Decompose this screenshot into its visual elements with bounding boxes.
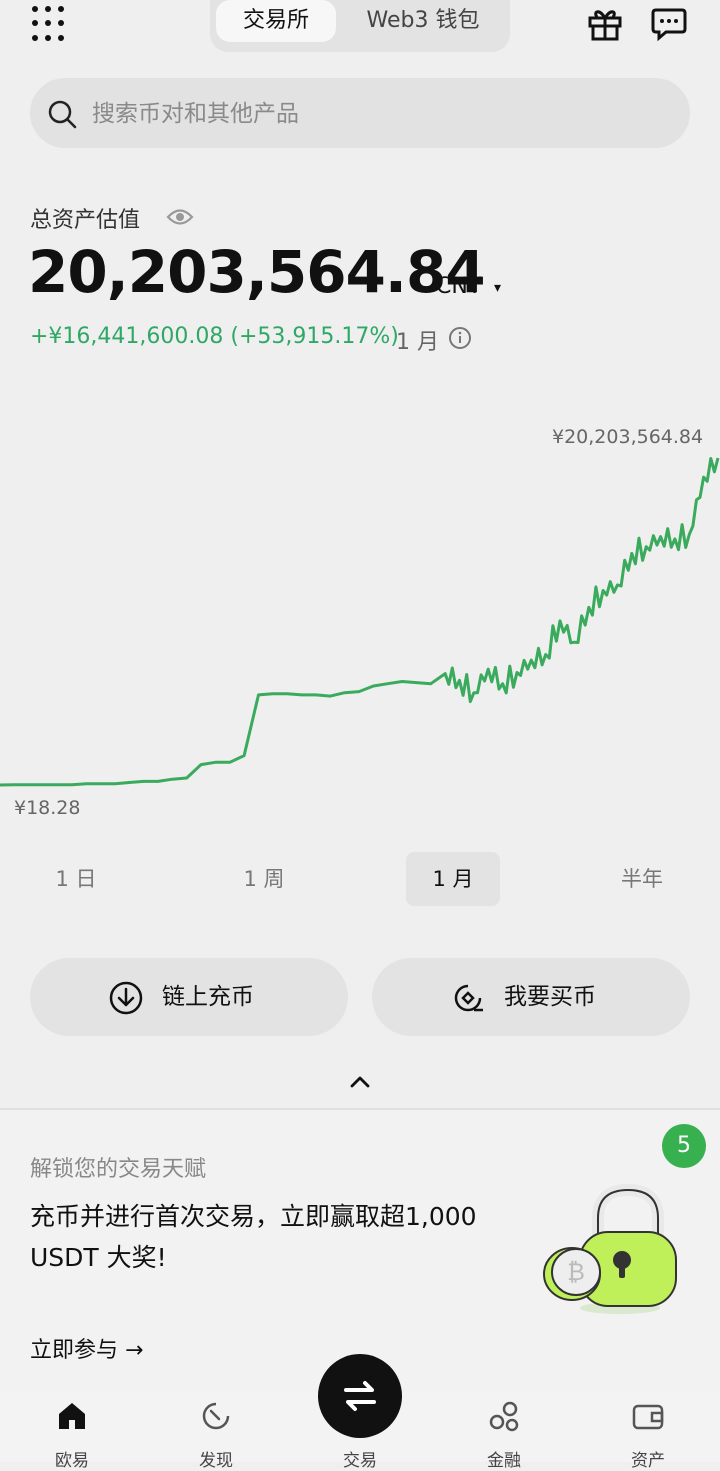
tab-discover[interactable]: 发现	[166, 1398, 266, 1471]
tab-trade-label: 交易	[343, 1451, 377, 1471]
asset-line-chart	[0, 457, 720, 787]
notification-badge[interactable]: 5	[662, 1124, 706, 1168]
tab-home[interactable]: 欧易	[22, 1398, 122, 1471]
svg-text:₿: ₿	[567, 1258, 585, 1286]
gift-icon[interactable]	[586, 4, 624, 42]
tab-assets[interactable]: 资产	[598, 1398, 698, 1471]
chevron-up-icon[interactable]	[348, 1070, 372, 1094]
info-icon[interactable]	[448, 326, 472, 350]
lock-coin-illustration: ₿	[543, 1183, 677, 1314]
grid-menu-icon[interactable]	[32, 6, 68, 42]
chart-min-label: ¥18.28	[14, 797, 81, 819]
tab-exchange[interactable]: 交易所	[216, 0, 336, 42]
tab-assets-label: 资产	[631, 1451, 665, 1471]
top-bar: 交易所 Web3 钱包	[0, 0, 720, 60]
message-icon[interactable]	[650, 4, 688, 42]
chevron-down-icon[interactable]: ▾	[494, 280, 501, 296]
home-icon	[59, 1403, 85, 1429]
eye-icon[interactable]	[166, 206, 194, 228]
join-now-link[interactable]: 立即参与 →	[30, 1332, 143, 1364]
tab-web3-wallet[interactable]: Web3 钱包	[348, 0, 498, 42]
buy-label: 我要买币	[504, 984, 596, 1010]
tab-finance[interactable]: 金融	[454, 1398, 554, 1471]
swap-icon	[344, 1381, 376, 1411]
buy-crypto-button[interactable]: 我要买币	[372, 958, 690, 1036]
buy-coin-icon	[454, 984, 483, 1012]
tab-home-label: 欧易	[55, 1451, 89, 1471]
series-line	[0, 457, 720, 787]
wallet-icon	[632, 1404, 664, 1430]
total-assets-value: 20,203,564.84	[28, 238, 486, 306]
search-bar[interactable]	[30, 78, 690, 150]
promo-title: 充币并进行首次交易，立即赢取超1,000 USDT 大奖!	[30, 1202, 477, 1272]
download-icon	[109, 981, 143, 1015]
tab-discover-label: 发现	[199, 1451, 233, 1471]
range-1m[interactable]: 1 月	[406, 852, 500, 906]
discover-icon	[202, 1402, 230, 1430]
exchange-wallet-switcher: 交易所 Web3 钱包	[210, 0, 510, 52]
currency-selector[interactable]: CNY	[436, 274, 481, 299]
onchain-deposit-button[interactable]: 链上充币	[30, 958, 348, 1036]
range-1d[interactable]: 1 日	[26, 852, 126, 906]
total-assets-label: 总资产估值	[30, 208, 141, 233]
range-1w[interactable]: 1 周	[214, 852, 314, 906]
tab-finance-label: 金融	[487, 1451, 521, 1471]
trade-fab-button[interactable]	[318, 1354, 402, 1438]
pnl-period: 1 月	[396, 330, 439, 355]
search-input[interactable]	[90, 78, 674, 150]
pnl-value: +¥16,441,600.08 (+53,915.17%)	[30, 324, 399, 349]
range-6m[interactable]: 半年	[592, 852, 692, 906]
deposit-label: 链上充币	[162, 984, 254, 1010]
search-icon	[48, 100, 77, 129]
finance-icon	[489, 1401, 519, 1432]
promo-subtitle: 解锁您的交易天赋	[30, 1157, 207, 1182]
